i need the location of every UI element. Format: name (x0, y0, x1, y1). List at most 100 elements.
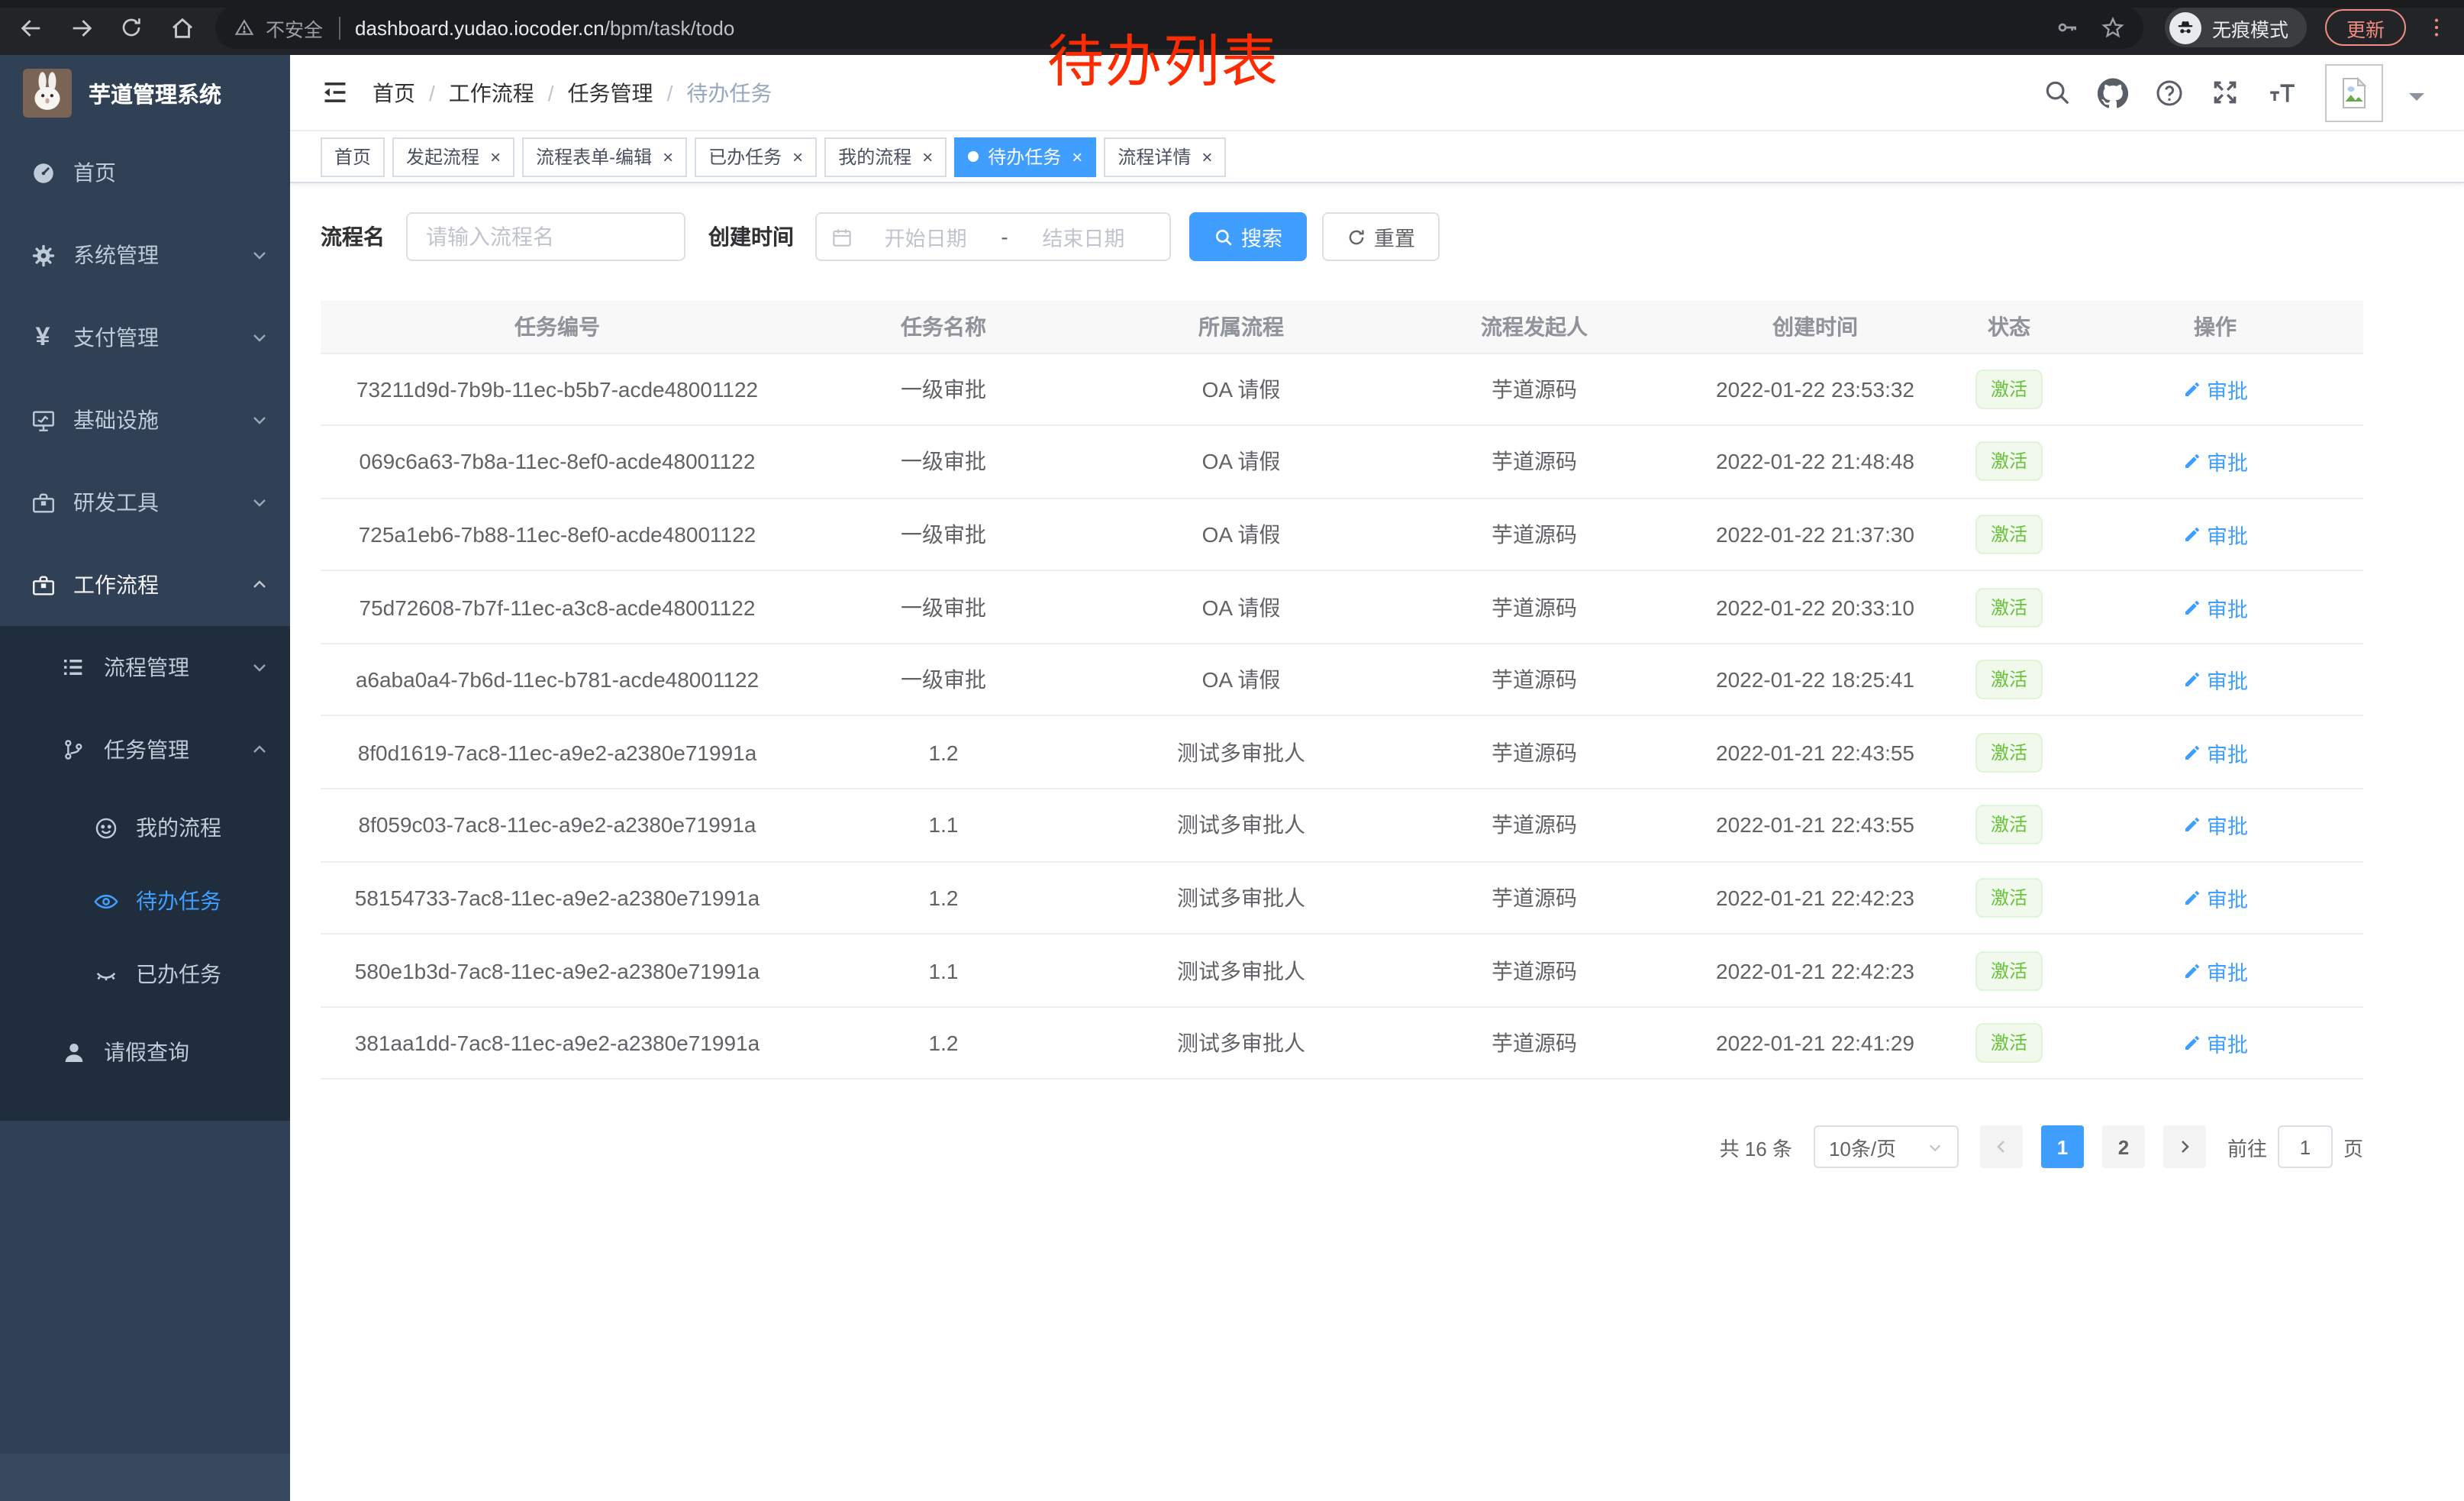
process-name-label: 流程名 (321, 221, 385, 252)
approve-button[interactable]: 审批 (2182, 810, 2248, 841)
browser-home-button[interactable] (166, 12, 197, 43)
sidebar-item-my-process[interactable]: 我的流程 (0, 791, 290, 864)
sidebar: 芋道管理系统 首页 系统管理 ¥ 支付管理 (0, 55, 290, 1501)
start-date-placeholder: 开始日期 (853, 221, 998, 252)
sidebar-item-todo-tasks[interactable]: 待办任务 (0, 864, 290, 938)
table-header-row: 任务编号 任务名称 所属流程 流程发起人 创建时间 状态 操作 (321, 301, 2363, 353)
font-size-icon (2266, 77, 2299, 108)
calendar-icon (830, 225, 853, 248)
monitor-icon (24, 407, 61, 433)
task-initiator: 芋道源码 (1389, 498, 1679, 570)
browser-forward-button[interactable] (66, 12, 96, 43)
key-icon (2055, 15, 2079, 40)
sidebar-item-workflow[interactable]: 工作流程 (0, 544, 290, 626)
breadcrumb-task-mgmt[interactable]: 任务管理 (568, 77, 653, 108)
header-search-button[interactable] (2043, 78, 2072, 107)
page-size-select[interactable]: 10条/页 (1814, 1126, 1959, 1169)
sidebar-item-home[interactable]: 首页 (0, 131, 290, 214)
reset-button[interactable]: 重置 (1322, 212, 1440, 261)
process-name-input[interactable] (406, 212, 685, 261)
sidebar-item-infrastructure[interactable]: 基础设施 (0, 379, 290, 461)
task-process: OA 请假 (1093, 353, 1389, 425)
chevron-left-icon (1992, 1138, 2011, 1157)
approve-button[interactable]: 审批 (2182, 1028, 2248, 1058)
browser-reload-button[interactable] (116, 12, 147, 43)
task-process: OA 请假 (1093, 571, 1389, 644)
page-button-2[interactable]: 2 (2102, 1126, 2145, 1169)
prev-page-button[interactable] (1980, 1126, 2023, 1169)
sidebar-item-leave-query[interactable]: 请假查询 (0, 1011, 290, 1093)
question-icon (2154, 77, 2185, 108)
fullscreen-button[interactable] (2211, 78, 2240, 107)
task-created: 2022-01-21 22:41:29 (1679, 1007, 1951, 1080)
tab-my-process[interactable]: 我的流程 × (824, 137, 947, 176)
sidebar-item-process-mgmt[interactable]: 流程管理 (0, 626, 290, 709)
font-size-button[interactable] (2266, 77, 2299, 108)
help-button[interactable] (2154, 77, 2185, 108)
fullscreen-icon (2211, 78, 2240, 107)
caret-down-icon[interactable] (2409, 92, 2424, 108)
avatar[interactable] (2325, 63, 2383, 121)
page-button-1[interactable]: 1 (2041, 1126, 2084, 1169)
close-icon[interactable]: × (1201, 146, 1212, 167)
url-divider (338, 16, 340, 39)
logo[interactable]: 芋道管理系统 (0, 55, 290, 131)
sidebar-item-done-tasks[interactable]: 已办任务 (0, 938, 290, 1011)
browser-back-button[interactable] (15, 12, 46, 43)
task-initiator: 芋道源码 (1389, 644, 1679, 716)
sidebar-item-payment[interactable]: ¥ 支付管理 (0, 296, 290, 379)
task-id: 069c6a63-7b8a-11ec-8ef0-acde48001122 (321, 425, 794, 498)
tab-start-process[interactable]: 发起流程× (392, 137, 514, 176)
tab-todo-tasks[interactable]: 待办任务× (954, 137, 1096, 176)
tab-process-form-edit[interactable]: 流程表单-编辑× (522, 137, 687, 176)
table-row: 381aa1dd-7ac8-11ec-a9e2-a2380e71991a1.2测… (321, 1007, 2363, 1080)
approve-button[interactable]: 审批 (2182, 664, 2248, 695)
approve-button[interactable]: 审批 (2182, 738, 2248, 768)
sidebar-item-label: 请假查询 (104, 1037, 189, 1067)
sidebar-item-system[interactable]: 系统管理 (0, 214, 290, 296)
close-icon[interactable]: × (922, 146, 933, 167)
bookmark-star-button[interactable] (2101, 15, 2125, 40)
approve-button[interactable]: 审批 (2182, 374, 2248, 405)
reset-button-label: 重置 (1374, 221, 1415, 252)
tab-done-tasks[interactable]: 已办任务× (695, 137, 817, 176)
close-icon[interactable]: × (490, 146, 501, 167)
close-icon[interactable]: × (1072, 146, 1082, 167)
search-button[interactable]: 搜索 (1189, 212, 1307, 261)
breadcrumb-separator: / (548, 80, 554, 105)
approve-button[interactable]: 审批 (2182, 519, 2248, 550)
breadcrumb-workflow[interactable]: 工作流程 (449, 77, 534, 108)
breadcrumb-home[interactable]: 首页 (373, 77, 415, 108)
task-initiator: 芋道源码 (1389, 425, 1679, 498)
browser-menu-button[interactable] (2424, 15, 2449, 40)
browser-update-button[interactable]: 更新 (2325, 9, 2406, 46)
task-name: 一级审批 (794, 644, 1093, 716)
close-icon[interactable]: × (663, 146, 673, 167)
next-page-button[interactable] (2163, 1126, 2206, 1169)
approve-button[interactable]: 审批 (2182, 447, 2248, 477)
approve-button[interactable]: 审批 (2182, 883, 2248, 913)
pencil-icon (2182, 670, 2201, 689)
approve-button[interactable]: 审批 (2182, 955, 2248, 986)
status-badge: 激活 (1975, 878, 2043, 918)
approve-button[interactable]: 审批 (2182, 592, 2248, 622)
tab-process-detail[interactable]: 流程详情× (1104, 137, 1226, 176)
github-link[interactable] (2098, 77, 2128, 108)
goto-page-input[interactable] (2278, 1126, 2333, 1169)
sidebar-item-devtools[interactable]: 研发工具 (0, 461, 290, 544)
task-process: OA 请假 (1093, 644, 1389, 716)
task-process: OA 请假 (1093, 498, 1389, 570)
task-created: 2022-01-21 22:42:23 (1679, 934, 1951, 1007)
sidebar-item-task-mgmt[interactable]: 任务管理 (0, 709, 290, 791)
security-status[interactable]: 不安全 (234, 13, 323, 42)
approve-label: 审批 (2207, 883, 2248, 913)
date-range-picker[interactable]: 开始日期 - 结束日期 (815, 212, 1171, 261)
sidebar-collapse-button[interactable] (321, 78, 350, 107)
tab-home[interactable]: 首页 (321, 137, 385, 176)
password-key-button[interactable] (2055, 15, 2079, 40)
tab-label: 我的流程 (838, 144, 911, 169)
status-badge: 激活 (1975, 515, 2043, 554)
close-icon[interactable]: × (792, 146, 803, 167)
range-separator: - (998, 224, 1011, 249)
active-dot (968, 151, 979, 162)
